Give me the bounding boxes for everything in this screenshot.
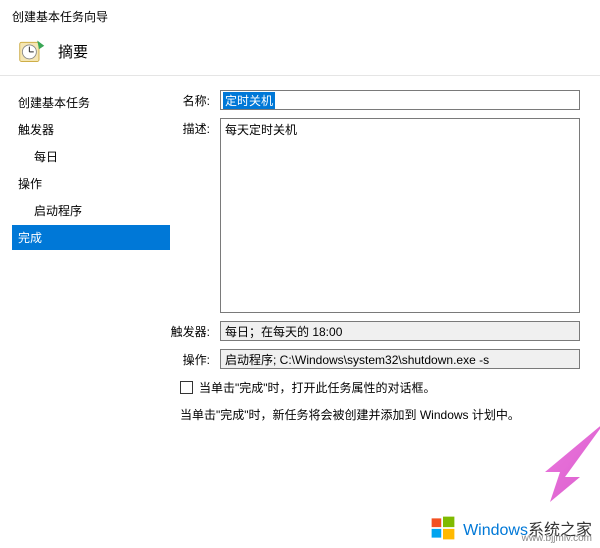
name-input[interactable]: 定时关机 [220, 90, 580, 110]
desc-label: 描述: [170, 118, 220, 137]
summary-label: 摘要 [58, 41, 88, 62]
open-properties-label: 当单击"完成"时，打开此任务属性的对话框。 [199, 379, 436, 396]
watermark-url: www.bjjmlv.com [522, 533, 592, 544]
desc-row: 描述: [170, 118, 600, 313]
name-row: 名称: 定时关机 [170, 90, 600, 110]
name-value-selected: 定时关机 [223, 92, 275, 109]
name-label: 名称: [170, 90, 220, 109]
sidebar-item-daily[interactable]: 每日 [12, 144, 170, 169]
wizard-title: 创建基本任务向导 [12, 8, 588, 25]
finish-note: 当单击"完成"时，新任务将会被创建并添加到 Windows 计划中。 [170, 406, 600, 423]
action-label: 操作: [170, 349, 220, 368]
main-panel: 名称: 定时关机 描述: 触发器: 操作: 当单击"完成"时，打开此任务属性的对… [170, 76, 600, 548]
open-properties-row[interactable]: 当单击"完成"时，打开此任务属性的对话框。 [170, 379, 600, 396]
action-input [220, 349, 580, 369]
wizard-header: 创建基本任务向导 摘要 [0, 0, 600, 75]
trigger-input [220, 321, 580, 341]
summary-row: 摘要 [12, 33, 588, 71]
sidebar-item-create-task[interactable]: 创建基本任务 [12, 90, 170, 115]
trigger-row: 触发器: [170, 321, 600, 341]
wizard-sidebar: 创建基本任务 触发器 每日 操作 启动程序 完成 [0, 76, 170, 548]
sidebar-item-start-program[interactable]: 启动程序 [12, 198, 170, 223]
sidebar-item-finish[interactable]: 完成 [12, 225, 170, 250]
clock-task-icon [18, 37, 46, 65]
windows-logo-icon [429, 514, 457, 542]
action-row: 操作: [170, 349, 600, 369]
body: 创建基本任务 触发器 每日 操作 启动程序 完成 名称: 定时关机 描述: 触发… [0, 76, 600, 548]
trigger-label: 触发器: [170, 321, 220, 340]
sidebar-item-trigger[interactable]: 触发器 [12, 117, 170, 142]
watermark-brand: Windows [463, 522, 528, 539]
open-properties-checkbox[interactable] [180, 381, 193, 394]
sidebar-item-action[interactable]: 操作 [12, 171, 170, 196]
desc-textarea[interactable] [220, 118, 580, 313]
